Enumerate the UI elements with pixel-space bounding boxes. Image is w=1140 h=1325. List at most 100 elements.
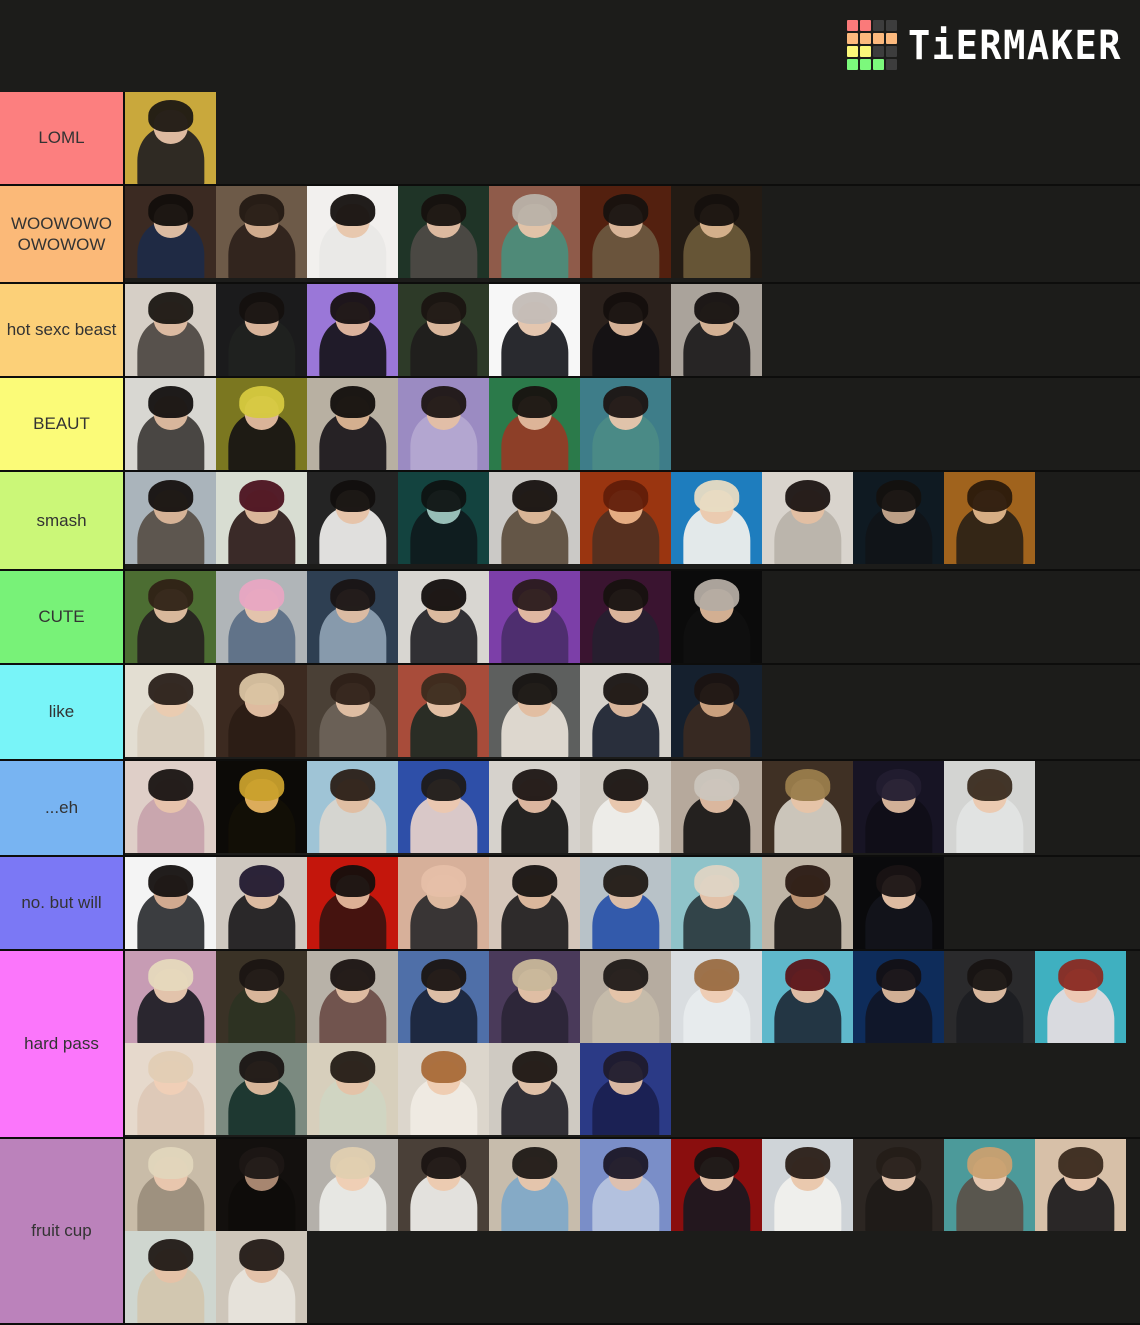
tier-item-thumbnail[interactable] [307, 1043, 398, 1135]
tier-item-thumbnail[interactable] [125, 186, 216, 278]
tier-item-thumbnail[interactable] [125, 1139, 216, 1231]
tier-row[interactable]: like [0, 665, 1140, 761]
tier-item-thumbnail[interactable] [762, 857, 853, 949]
tier-item-thumbnail[interactable] [216, 1231, 307, 1323]
tier-label[interactable]: CUTE [0, 571, 125, 663]
tier-item-thumbnail[interactable] [580, 1139, 671, 1231]
tier-item-thumbnail[interactable] [125, 951, 216, 1043]
tier-items[interactable] [125, 857, 1140, 949]
tier-item-thumbnail[interactable] [125, 1231, 216, 1323]
tier-item-thumbnail[interactable] [216, 761, 307, 853]
tier-items[interactable] [125, 284, 1140, 376]
tier-item-thumbnail[interactable] [216, 186, 307, 278]
tier-item-thumbnail[interactable] [853, 857, 944, 949]
tier-item-thumbnail[interactable] [216, 1139, 307, 1231]
tier-item-thumbnail[interactable] [580, 284, 671, 376]
tier-item-thumbnail[interactable] [216, 857, 307, 949]
tier-item-thumbnail[interactable] [398, 571, 489, 663]
tier-items[interactable] [125, 951, 1140, 1137]
tier-item-thumbnail[interactable] [125, 92, 216, 184]
tier-item-thumbnail[interactable] [853, 472, 944, 564]
tier-label[interactable]: hard pass [0, 951, 125, 1137]
tier-item-thumbnail[interactable] [489, 857, 580, 949]
tier-item-thumbnail[interactable] [489, 1043, 580, 1135]
tier-item-thumbnail[interactable] [398, 1139, 489, 1231]
tier-item-thumbnail[interactable] [853, 761, 944, 853]
tier-item-thumbnail[interactable] [580, 857, 671, 949]
tier-item-thumbnail[interactable] [398, 284, 489, 376]
tier-item-thumbnail[interactable] [398, 472, 489, 564]
tier-item-thumbnail[interactable] [125, 571, 216, 663]
tier-item-thumbnail[interactable] [853, 951, 944, 1043]
tier-item-thumbnail[interactable] [853, 1139, 944, 1231]
tier-item-thumbnail[interactable] [944, 472, 1035, 564]
tier-row[interactable]: no. but will [0, 857, 1140, 951]
tier-row[interactable]: hot sexc beast [0, 284, 1140, 378]
tier-item-thumbnail[interactable] [489, 1139, 580, 1231]
tier-item-thumbnail[interactable] [398, 857, 489, 949]
tier-item-thumbnail[interactable] [489, 472, 580, 564]
tier-items[interactable] [125, 665, 1140, 759]
tier-item-thumbnail[interactable] [125, 761, 216, 853]
tier-item-thumbnail[interactable] [398, 761, 489, 853]
tier-item-thumbnail[interactable] [671, 186, 762, 278]
tier-item-thumbnail[interactable] [580, 472, 671, 564]
tier-item-thumbnail[interactable] [398, 378, 489, 470]
tier-item-thumbnail[interactable] [671, 761, 762, 853]
tier-item-thumbnail[interactable] [1035, 951, 1126, 1043]
tier-item-thumbnail[interactable] [489, 951, 580, 1043]
tier-item-thumbnail[interactable] [125, 665, 216, 757]
tier-item-thumbnail[interactable] [762, 951, 853, 1043]
tier-items[interactable] [125, 92, 1140, 184]
tier-items[interactable] [125, 472, 1140, 569]
tier-label[interactable]: no. but will [0, 857, 125, 949]
tier-item-thumbnail[interactable] [580, 761, 671, 853]
tier-item-thumbnail[interactable] [398, 186, 489, 278]
tier-item-thumbnail[interactable] [489, 571, 580, 663]
tier-item-thumbnail[interactable] [580, 951, 671, 1043]
tier-label[interactable]: fruit cup [0, 1139, 125, 1323]
tier-item-thumbnail[interactable] [398, 951, 489, 1043]
tier-item-thumbnail[interactable] [216, 951, 307, 1043]
tier-item-thumbnail[interactable] [944, 1139, 1035, 1231]
tier-item-thumbnail[interactable] [944, 951, 1035, 1043]
tier-item-thumbnail[interactable] [489, 378, 580, 470]
tier-item-thumbnail[interactable] [307, 857, 398, 949]
tier-item-thumbnail[interactable] [398, 1043, 489, 1135]
tier-item-thumbnail[interactable] [671, 665, 762, 757]
tier-item-thumbnail[interactable] [216, 665, 307, 757]
tier-row[interactable]: hard pass [0, 951, 1140, 1139]
tier-label[interactable]: like [0, 665, 125, 759]
tier-item-thumbnail[interactable] [489, 665, 580, 757]
tier-item-thumbnail[interactable] [216, 571, 307, 663]
tier-item-thumbnail[interactable] [125, 472, 216, 564]
tier-item-thumbnail[interactable] [307, 1139, 398, 1231]
tier-item-thumbnail[interactable] [580, 1043, 671, 1135]
tier-items[interactable] [125, 761, 1140, 855]
tier-label[interactable]: ...eh [0, 761, 125, 855]
tier-item-thumbnail[interactable] [307, 571, 398, 663]
tier-item-thumbnail[interactable] [671, 571, 762, 663]
tier-item-thumbnail[interactable] [580, 378, 671, 470]
tier-row[interactable]: fruit cup [0, 1139, 1140, 1325]
tier-row[interactable]: BEAUT [0, 378, 1140, 472]
tier-label[interactable]: BEAUT [0, 378, 125, 470]
tier-item-thumbnail[interactable] [216, 472, 307, 564]
tier-item-thumbnail[interactable] [762, 472, 853, 564]
tier-item-thumbnail[interactable] [125, 284, 216, 376]
tier-items[interactable] [125, 378, 1140, 470]
tier-item-thumbnail[interactable] [125, 378, 216, 470]
tier-item-thumbnail[interactable] [580, 665, 671, 757]
tier-label[interactable]: smash [0, 472, 125, 569]
tier-item-thumbnail[interactable] [125, 857, 216, 949]
tier-item-thumbnail[interactable] [398, 665, 489, 757]
tier-label[interactable]: hot sexc beast [0, 284, 125, 376]
tier-item-thumbnail[interactable] [307, 378, 398, 470]
tier-item-thumbnail[interactable] [307, 472, 398, 564]
tier-item-thumbnail[interactable] [671, 472, 762, 564]
tier-item-thumbnail[interactable] [307, 951, 398, 1043]
tier-item-thumbnail[interactable] [307, 665, 398, 757]
tier-item-thumbnail[interactable] [216, 284, 307, 376]
tier-item-thumbnail[interactable] [762, 1139, 853, 1231]
tier-item-thumbnail[interactable] [489, 761, 580, 853]
